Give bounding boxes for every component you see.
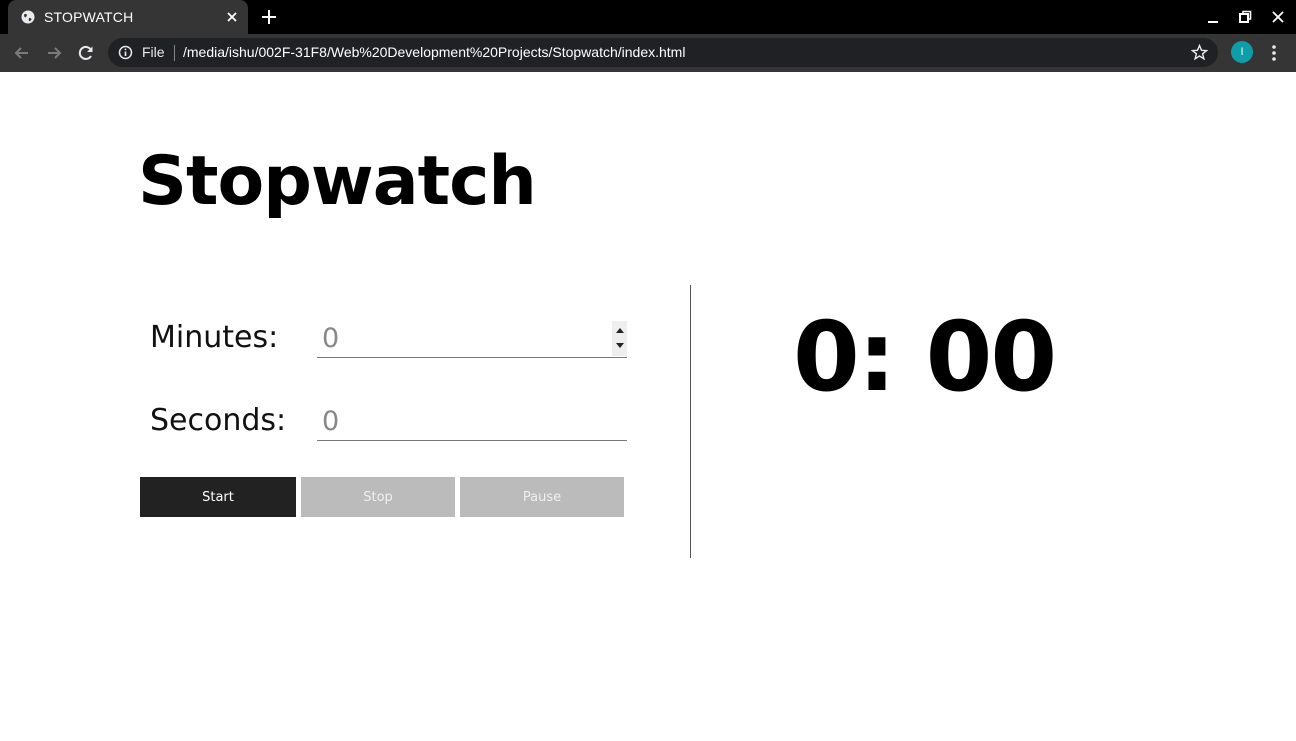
page-title: Stopwatch [138, 142, 537, 221]
minutes-input[interactable] [317, 320, 627, 358]
minimize-icon[interactable] [1205, 9, 1221, 25]
file-scheme-label: File [142, 44, 165, 60]
omnibox-separator [174, 45, 175, 61]
globe-icon [21, 10, 35, 24]
browser-toolbar: File /media/ishu/002F-31F8/Web%20Develop… [0, 34, 1296, 72]
minutes-spinner[interactable] [612, 321, 627, 356]
browser-tab[interactable]: STOPWATCH [8, 0, 248, 34]
plus-icon[interactable] [260, 8, 278, 26]
restore-icon[interactable] [1237, 9, 1253, 25]
info-icon[interactable] [118, 45, 133, 60]
vertical-divider [690, 285, 691, 558]
minutes-label: Minutes: [150, 320, 279, 355]
tab-title: STOPWATCH [44, 9, 134, 25]
address-bar[interactable]: File /media/ishu/002F-31F8/Web%20Develop… [108, 38, 1218, 67]
arrow-right-icon[interactable] [44, 43, 64, 63]
timer-display: 0: 00 [793, 301, 1057, 413]
close-icon[interactable] [224, 9, 240, 25]
browser-tab-strip: STOPWATCH [0, 0, 1296, 34]
stop-button[interactable]: Stop [301, 477, 455, 517]
seconds-label: Seconds: [150, 403, 287, 438]
window-close-icon[interactable] [1270, 9, 1286, 25]
seconds-input[interactable] [317, 403, 627, 441]
start-button[interactable]: Start [140, 477, 296, 517]
kebab-menu-icon[interactable] [1266, 43, 1282, 63]
url-text[interactable]: /media/ishu/002F-31F8/Web%20Development%… [183, 44, 685, 60]
star-icon[interactable] [1191, 44, 1208, 61]
avatar[interactable]: I [1231, 41, 1253, 63]
arrow-left-icon[interactable] [12, 43, 32, 63]
spin-up-icon[interactable] [616, 328, 624, 333]
pause-button[interactable]: Pause [460, 477, 624, 517]
reload-icon[interactable] [76, 43, 96, 63]
spin-down-icon[interactable] [616, 343, 624, 348]
